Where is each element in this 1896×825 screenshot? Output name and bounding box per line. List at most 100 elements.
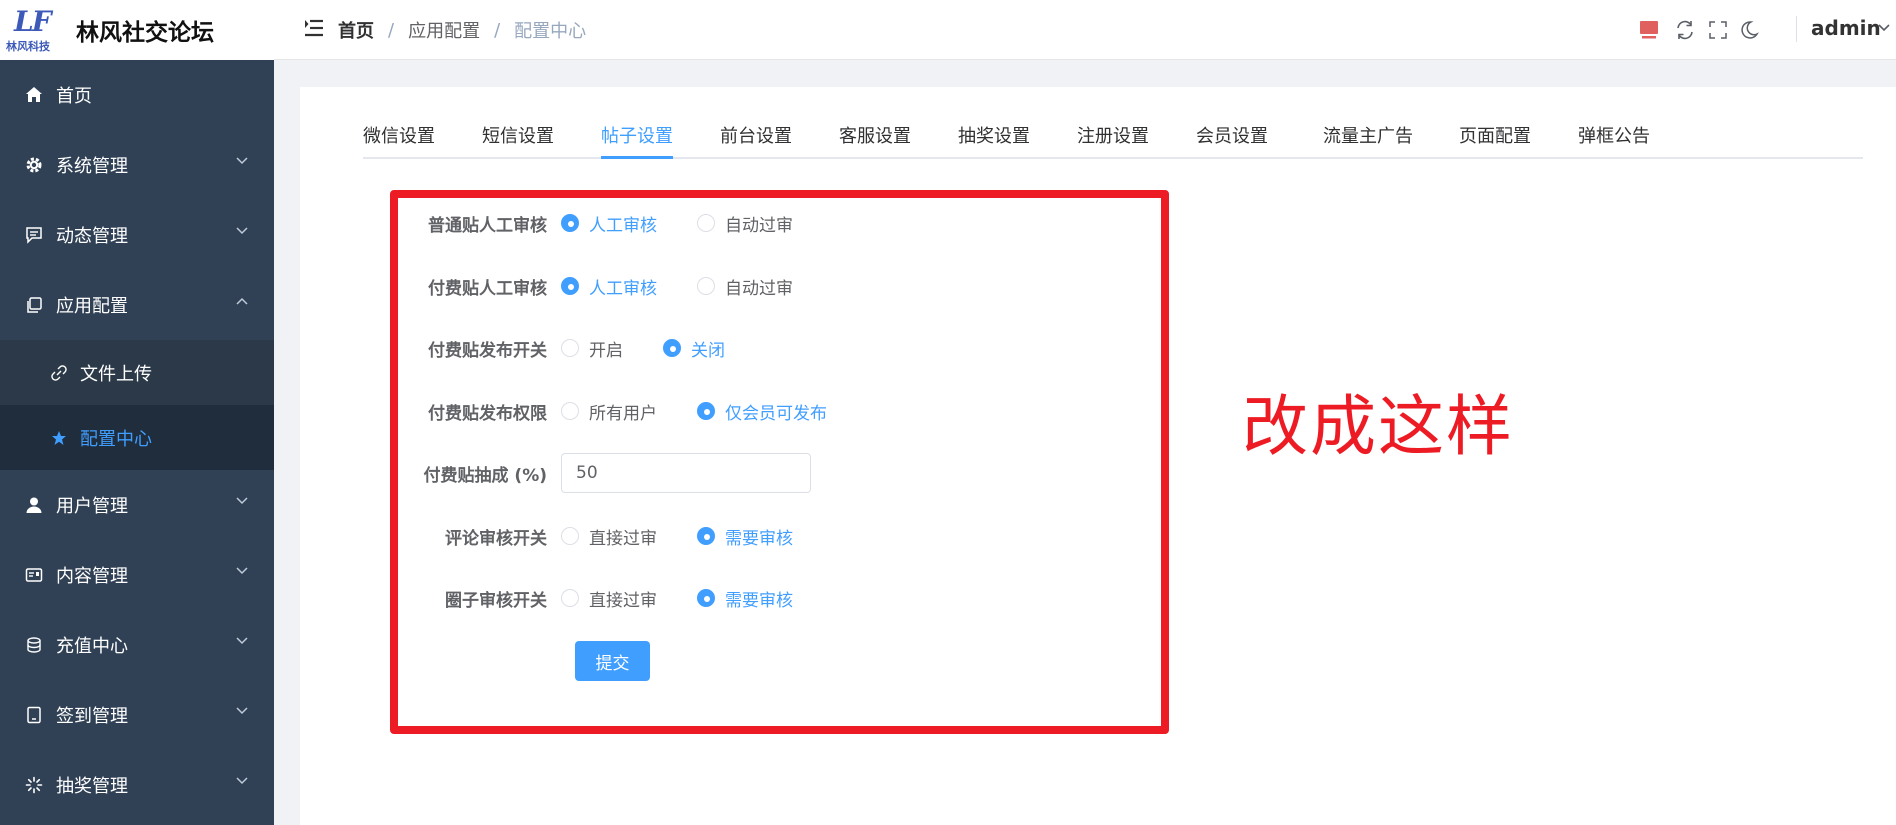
app-title: 林风社交论坛 xyxy=(76,20,214,46)
chevron-down-icon xyxy=(236,497,248,505)
tab-frontend[interactable]: 前台设置 xyxy=(720,122,792,148)
radio-direct-approve[interactable]: 直接过审 xyxy=(561,524,697,549)
radio-label: 需要审核 xyxy=(725,590,793,611)
radio-dot xyxy=(561,402,579,420)
radio-dot xyxy=(561,339,579,357)
sidebar-item-label: 充值中心 xyxy=(56,636,128,657)
tab-lottery[interactable]: 抽奖设置 xyxy=(958,122,1030,148)
radio-manual-review[interactable]: 人工审核 xyxy=(561,211,697,236)
form-row-normal-post-review: 普通贴人工审核 人工审核 自动过审 xyxy=(380,208,1180,238)
radio-disable[interactable]: 关闭 xyxy=(663,336,725,361)
chevron-down-icon xyxy=(236,227,248,235)
settings-tabs: 微信设置 短信设置 帖子设置 前台设置 客服设置 抽奖设置 注册设置 会员设置 … xyxy=(363,122,1863,159)
form-row-circle-review: 圈子审核开关 直接过审 需要审核 xyxy=(380,583,1180,613)
moon-icon[interactable] xyxy=(1738,19,1760,41)
commission-input[interactable]: 50 xyxy=(561,453,811,493)
logo-bar: LF 林风科技 林风社交论坛 xyxy=(0,0,274,60)
radio-label: 自动过审 xyxy=(725,215,793,236)
sidebar-item-label: 用户管理 xyxy=(56,496,128,517)
form-label: 评论审核开关 xyxy=(445,528,547,549)
tab-sms[interactable]: 短信设置 xyxy=(482,122,554,148)
breadcrumb: 首页 / 应用配置 / 配置中心 xyxy=(338,17,586,43)
radio-manual-review[interactable]: 人工审核 xyxy=(561,274,697,299)
postcard-icon xyxy=(24,565,44,585)
sidebar-item-file-upload[interactable]: 文件上传 xyxy=(0,340,274,405)
sidebar-item-app-config[interactable]: 应用配置 xyxy=(0,270,274,340)
refresh-icon[interactable] xyxy=(1674,19,1696,41)
breadcrumb-home[interactable]: 首页 xyxy=(338,17,374,43)
tablet-icon xyxy=(24,705,44,725)
radio-enable[interactable]: 开启 xyxy=(561,336,663,361)
tab-popup-notice[interactable]: 弹框公告 xyxy=(1578,122,1650,148)
header-divider xyxy=(1796,16,1797,42)
link-icon xyxy=(50,364,68,382)
radio-dot xyxy=(663,339,681,357)
form-row-comment-review: 评论审核开关 直接过审 需要审核 xyxy=(380,521,1180,551)
tab-wechat[interactable]: 微信设置 xyxy=(363,122,435,148)
form-label: 圈子审核开关 xyxy=(445,590,547,611)
loading-icon xyxy=(24,775,44,795)
fullscreen-icon[interactable] xyxy=(1707,19,1729,41)
submit-button[interactable]: 提交 xyxy=(575,641,650,681)
radio-need-review[interactable]: 需要审核 xyxy=(697,524,793,549)
sidebar-item-home[interactable]: 首页 xyxy=(0,60,274,130)
radio-direct-approve[interactable]: 直接过审 xyxy=(561,586,697,611)
radio-label: 直接过审 xyxy=(589,590,657,611)
coin-icon xyxy=(24,635,44,655)
home-icon xyxy=(24,85,44,105)
radio-all-users[interactable]: 所有用户 xyxy=(561,399,697,424)
sidebar-item-label: 抽奖管理 xyxy=(56,776,128,797)
tab-register[interactable]: 注册设置 xyxy=(1077,122,1149,148)
tab-member[interactable]: 会员设置 xyxy=(1196,122,1268,148)
radio-label: 开启 xyxy=(589,340,623,361)
radio-members-only[interactable]: 仅会员可发布 xyxy=(697,399,827,424)
sidebar-item-checkin[interactable]: 签到管理 xyxy=(0,680,274,750)
radio-auto-approve[interactable]: 自动过审 xyxy=(697,211,793,236)
sidebar-item-recharge[interactable]: 充值中心 xyxy=(0,610,274,680)
radio-dot xyxy=(561,214,579,232)
tab-customer-service[interactable]: 客服设置 xyxy=(839,122,911,148)
radio-dot xyxy=(561,589,579,607)
user-menu[interactable]: admin xyxy=(1811,16,1881,40)
form-label: 普通贴人工审核 xyxy=(428,215,547,236)
radio-dot xyxy=(697,402,715,420)
sidebar-item-config-center[interactable]: 配置中心 xyxy=(0,405,274,470)
sidebar-item-system[interactable]: 系统管理 xyxy=(0,130,274,200)
radio-label: 人工审核 xyxy=(589,278,657,299)
tab-post[interactable]: 帖子设置 xyxy=(601,122,673,148)
user-icon xyxy=(24,495,44,515)
brand-logo-subtitle: 林风科技 xyxy=(6,40,50,53)
breadcrumb-separator: / xyxy=(494,19,501,41)
annotation-text: 改成这样 xyxy=(1242,388,1514,465)
radio-label: 所有用户 xyxy=(589,403,657,424)
chevron-down-icon xyxy=(236,777,248,785)
gear-icon xyxy=(24,155,44,175)
radio-dot xyxy=(697,214,715,232)
sidebar-item-content[interactable]: 内容管理 xyxy=(0,540,274,610)
monitor-icon[interactable] xyxy=(1638,19,1660,41)
chevron-down-icon xyxy=(236,157,248,165)
sidebar-item-label: 文件上传 xyxy=(80,363,152,385)
top-navbar: 首页 / 应用配置 / 配置中心 admin xyxy=(274,0,1896,60)
radio-label: 自动过审 xyxy=(725,278,793,299)
form-label: 付费贴发布权限 xyxy=(428,403,547,424)
chevron-down-icon[interactable] xyxy=(1878,24,1890,32)
radio-label: 人工审核 xyxy=(589,215,657,236)
radio-label: 需要审核 xyxy=(725,528,793,549)
sidebar-item-users[interactable]: 用户管理 xyxy=(0,470,274,540)
copy-icon xyxy=(24,295,44,315)
sidebar-item-label: 应用配置 xyxy=(56,296,128,317)
menu-fold-icon[interactable] xyxy=(304,19,324,37)
radio-need-review[interactable]: 需要审核 xyxy=(697,586,793,611)
brand-logo-mark: LF xyxy=(14,5,52,38)
form-label: 付费贴抽成 (%) xyxy=(423,465,548,486)
radio-auto-approve[interactable]: 自动过审 xyxy=(697,274,793,299)
sidebar-item-dynamic[interactable]: 动态管理 xyxy=(0,200,274,270)
tab-traffic-ads[interactable]: 流量主广告 xyxy=(1323,122,1413,148)
chevron-up-icon xyxy=(236,297,248,305)
radio-dot xyxy=(697,589,715,607)
sidebar-item-lottery[interactable]: 抽奖管理 xyxy=(0,750,274,820)
tab-page-config[interactable]: 页面配置 xyxy=(1459,122,1531,148)
brand-logo: LF 林风科技 xyxy=(6,5,64,55)
form-label: 付费贴发布开关 xyxy=(428,340,547,361)
